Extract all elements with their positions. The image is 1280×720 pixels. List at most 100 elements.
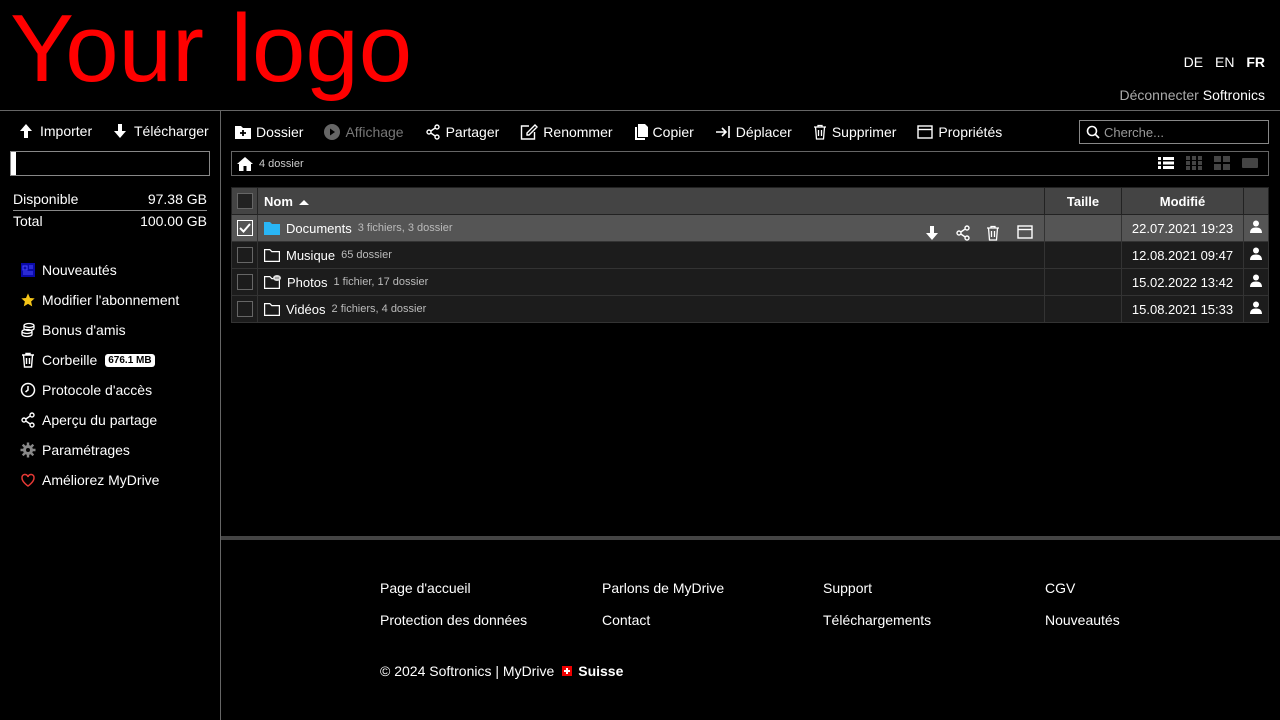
sidebar-item-label: Améliorez MyDrive bbox=[42, 472, 160, 488]
folder-icon bbox=[264, 221, 280, 235]
sidebar-item-label: Aperçu du partage bbox=[42, 412, 158, 428]
trash-icon bbox=[813, 124, 826, 140]
footer-link-home[interactable]: Page d'accueil bbox=[380, 580, 471, 596]
import-button[interactable]: Importer bbox=[18, 123, 92, 139]
row-owner-cell bbox=[1243, 295, 1269, 323]
sort-up-icon bbox=[298, 199, 309, 205]
row-checkbox[interactable] bbox=[236, 220, 253, 237]
delete-button[interactable]: Supprimer bbox=[813, 124, 897, 140]
large-grid-icon[interactable] bbox=[1242, 156, 1258, 170]
share-button[interactable]: Partager bbox=[425, 124, 499, 140]
small-grid-icon[interactable] bbox=[1186, 156, 1202, 170]
sidebar-item-share-overview[interactable]: Aperçu du partage bbox=[20, 405, 179, 435]
row-size bbox=[1044, 295, 1122, 323]
new-folder-button[interactable]: Dossier bbox=[235, 124, 303, 140]
footer-link-news[interactable]: Nouveautés bbox=[1045, 612, 1120, 628]
footer-link-privacy[interactable]: Protection des données bbox=[380, 612, 527, 628]
rename-button[interactable]: Renommer bbox=[520, 124, 613, 140]
modified-column-header[interactable]: Modifié bbox=[1121, 187, 1244, 215]
sidebar-item-friends-bonus[interactable]: Bonus d'amis bbox=[20, 315, 179, 345]
row-checkbox[interactable] bbox=[236, 301, 253, 318]
row-checkbox-cell bbox=[231, 295, 258, 323]
search-box bbox=[1079, 120, 1269, 144]
lang-fr[interactable]: FR bbox=[1246, 54, 1265, 70]
copy-button[interactable]: Copier bbox=[634, 124, 694, 140]
share-icon bbox=[425, 124, 440, 140]
sidebar-item-subscription[interactable]: Modifier l'abonnement bbox=[20, 285, 179, 315]
footer-link-contact[interactable]: Contact bbox=[602, 612, 650, 628]
copyright: © 2024 Softronics | MyDrive Suisse bbox=[380, 663, 623, 679]
sidebar-nav: Nouveautés Modifier l'abonnement Bonus d… bbox=[20, 255, 179, 495]
move-icon bbox=[715, 126, 730, 138]
row-trash-icon[interactable] bbox=[986, 225, 1003, 242]
footer-link-about[interactable]: Parlons de MyDrive bbox=[602, 580, 724, 596]
breadcrumb-text: 4 dossier bbox=[259, 157, 304, 170]
download-button[interactable]: Télécharger bbox=[112, 123, 209, 139]
download-icon bbox=[114, 124, 126, 138]
sidebar-item-label: Corbeille bbox=[42, 352, 98, 368]
table-row[interactable]: Photos 1 fichier, 17 dossier 15.02.2022 … bbox=[231, 268, 1269, 296]
delete-label: Supprimer bbox=[831, 124, 897, 140]
move-button[interactable]: Déplacer bbox=[715, 124, 792, 140]
logo[interactable]: Your logo bbox=[10, 0, 412, 102]
row-meta: 2 fichiers, 4 dossier bbox=[331, 303, 427, 315]
toolbar: Dossier Affichage Partager Renommer Copi… bbox=[235, 121, 1023, 143]
search-input[interactable] bbox=[1104, 124, 1254, 140]
home-icon[interactable] bbox=[236, 156, 254, 172]
row-actions bbox=[924, 224, 1034, 242]
row-checkbox-cell bbox=[231, 241, 258, 269]
row-checkbox[interactable] bbox=[236, 274, 253, 291]
footer-link-support[interactable]: Support bbox=[823, 580, 872, 596]
row-name[interactable]: Documents bbox=[286, 221, 352, 236]
footer-link-terms[interactable]: CGV bbox=[1045, 580, 1075, 596]
row-checkbox[interactable] bbox=[236, 247, 253, 264]
sidebar-item-news[interactable]: Nouveautés bbox=[20, 255, 179, 285]
sidebar-item-label: Paramétrages bbox=[42, 442, 130, 458]
properties-button[interactable]: Propriétés bbox=[917, 124, 1002, 140]
user-icon bbox=[1250, 301, 1262, 314]
row-share-icon[interactable] bbox=[955, 224, 972, 242]
available-row: Disponible 97.38 GB bbox=[13, 191, 207, 207]
user-name[interactable]: Softronics bbox=[1203, 87, 1265, 103]
size-column-header[interactable]: Taille bbox=[1044, 187, 1122, 215]
table-row[interactable]: Vidéos 2 fichiers, 4 dossier 15.08.2021 … bbox=[231, 295, 1269, 323]
user-icon bbox=[1250, 274, 1262, 287]
row-checkbox-cell bbox=[231, 214, 258, 242]
row-name[interactable]: Photos bbox=[287, 275, 327, 290]
lang-de[interactable]: DE bbox=[1184, 54, 1203, 70]
row-modified: 15.02.2022 13:42 bbox=[1121, 268, 1244, 296]
row-owner-cell bbox=[1243, 268, 1269, 296]
medium-grid-icon[interactable] bbox=[1214, 156, 1230, 170]
sidebar-item-settings[interactable]: Paramétrages bbox=[20, 435, 179, 465]
quota-divider bbox=[13, 210, 207, 211]
view-button[interactable]: Affichage bbox=[324, 124, 404, 140]
sidebar-item-access-log[interactable]: Protocole d'accès bbox=[20, 375, 179, 405]
quota-fill bbox=[11, 152, 17, 175]
table-row[interactable]: Musique 65 dossier 12.08.2021 09:47 bbox=[231, 241, 1269, 269]
select-all-checkbox[interactable] bbox=[236, 193, 253, 210]
trash-icon bbox=[20, 352, 36, 368]
row-name[interactable]: Musique bbox=[286, 248, 335, 263]
footer-link-downloads[interactable]: Téléchargements bbox=[823, 612, 931, 628]
total-row: Total 100.00 GB bbox=[13, 213, 207, 229]
name-column-header[interactable]: Nom bbox=[257, 187, 1045, 215]
row-meta: 1 fichier, 17 dossier bbox=[333, 276, 429, 288]
row-modified: 15.08.2021 15:33 bbox=[1121, 295, 1244, 323]
row-download-icon[interactable] bbox=[924, 225, 941, 242]
share-icon bbox=[20, 412, 36, 428]
row-properties-icon[interactable] bbox=[1017, 224, 1034, 242]
logout-link[interactable]: Déconnecter bbox=[1119, 87, 1198, 103]
trash-size-badge: 676.1 MB bbox=[105, 353, 155, 367]
list-view-icon[interactable] bbox=[1158, 156, 1174, 170]
row-name[interactable]: Vidéos bbox=[286, 302, 326, 317]
country-label[interactable]: Suisse bbox=[578, 663, 623, 679]
news-icon bbox=[20, 262, 36, 278]
sidebar-item-improve[interactable]: Améliorez MyDrive bbox=[20, 465, 179, 495]
view-label: Affichage bbox=[345, 124, 404, 140]
owner-column-header bbox=[1243, 187, 1269, 215]
lang-en[interactable]: EN bbox=[1215, 54, 1234, 70]
sidebar-item-trash[interactable]: Corbeille 676.1 MB bbox=[20, 345, 179, 375]
move-label: Déplacer bbox=[735, 124, 792, 140]
download-label: Télécharger bbox=[134, 123, 209, 139]
table-row[interactable]: Documents 3 fichiers, 3 dossier 22.07.20… bbox=[231, 214, 1269, 242]
